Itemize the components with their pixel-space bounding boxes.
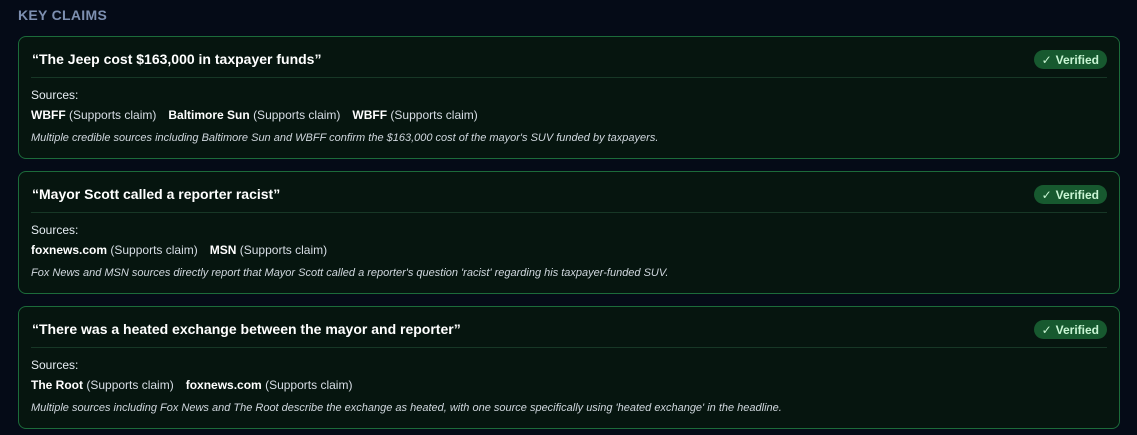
- claim-header: “The Jeep cost $163,000 in taxpayer fund…: [31, 37, 1107, 78]
- source-stance: (Supports claim): [239, 243, 328, 257]
- source-name: Baltimore Sun: [168, 108, 250, 122]
- verified-label: Verified: [1055, 322, 1099, 337]
- source-name: WBFF: [31, 108, 66, 122]
- claim-header: “Mayor Scott called a reporter racist” ✓…: [31, 172, 1107, 213]
- source-stance: (Supports claim): [253, 108, 341, 122]
- check-icon: ✓: [1041, 187, 1052, 202]
- sources-label: Sources:: [31, 223, 79, 237]
- claim-card: “There was a heated exchange between the…: [18, 306, 1120, 429]
- source-stance: (Supports claim): [86, 378, 174, 392]
- claim-explanation: Multiple credible sources including Balt…: [31, 132, 659, 144]
- claim-card: “Mayor Scott called a reporter racist” ✓…: [18, 171, 1120, 294]
- source-stance: (Supports claim): [265, 378, 353, 392]
- source-item: foxnews.com (Supports claim): [31, 243, 198, 257]
- source-item: MSN (Supports claim): [210, 243, 327, 257]
- source-item: foxnews.com (Supports claim): [186, 378, 353, 392]
- source-name: foxnews.com: [31, 243, 108, 257]
- source-stance: (Supports claim): [69, 108, 157, 122]
- verified-badge: ✓ Verified: [1033, 185, 1107, 204]
- source-item: The Root (Supports claim): [31, 378, 174, 392]
- sources-list: foxnews.com (Supports claim) MSN (Suppor…: [31, 243, 327, 257]
- source-name: The Root: [31, 378, 83, 392]
- verified-badge: ✓ Verified: [1033, 50, 1107, 69]
- source-name: WBFF: [352, 108, 388, 122]
- claim-card: “The Jeep cost $163,000 in taxpayer fund…: [18, 36, 1120, 159]
- source-stance: (Supports claim): [390, 108, 478, 122]
- verified-badge: ✓ Verified: [1033, 320, 1107, 339]
- claim-explanation: Multiple sources including Fox News and …: [31, 402, 782, 414]
- sources-label: Sources:: [31, 88, 79, 102]
- claim-text: “Mayor Scott called a reporter racist”: [32, 186, 281, 202]
- verified-label: Verified: [1055, 52, 1099, 67]
- claim-explanation: Fox News and MSN sources directly report…: [31, 267, 669, 279]
- source-name: foxnews.com: [185, 378, 262, 392]
- section-title: KEY CLAIMS: [18, 7, 108, 23]
- source-item: WBFF (Supports claim): [352, 108, 477, 122]
- claim-text: “There was a heated exchange between the…: [32, 321, 461, 337]
- claim-text: “The Jeep cost $163,000 in taxpayer fund…: [32, 51, 322, 67]
- source-stance: (Supports claim): [110, 243, 198, 257]
- check-icon: ✓: [1041, 52, 1052, 67]
- claims-list: “The Jeep cost $163,000 in taxpayer fund…: [18, 36, 1120, 435]
- verified-label: Verified: [1055, 187, 1099, 202]
- source-name: MSN: [209, 243, 237, 257]
- claim-header: “There was a heated exchange between the…: [31, 307, 1107, 348]
- sources-label: Sources:: [31, 358, 79, 372]
- check-icon: ✓: [1041, 322, 1052, 337]
- sources-list: The Root (Supports claim) foxnews.com (S…: [31, 378, 352, 392]
- source-item: WBFF (Supports claim): [31, 108, 156, 122]
- source-item: Baltimore Sun (Supports claim): [168, 108, 340, 122]
- sources-list: WBFF (Supports claim) Baltimore Sun (Sup…: [31, 108, 478, 122]
